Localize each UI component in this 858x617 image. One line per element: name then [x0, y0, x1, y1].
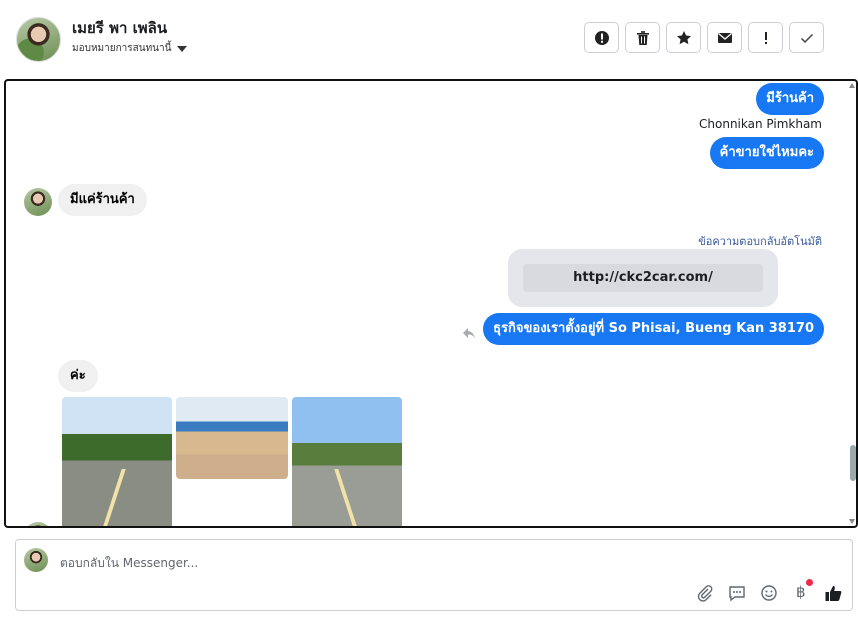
scrollbar[interactable]: [848, 81, 856, 526]
link-preview-card: http://ckc2car.com/: [508, 249, 778, 307]
outgoing-message: ค้าขายใช่ไหมคะ: [709, 137, 824, 169]
reply-input[interactable]: ตอบกลับใน Messenger...: [60, 554, 198, 573]
composer-tools: ฿: [696, 579, 842, 604]
important-icon: [764, 31, 767, 44]
payment-button[interactable]: ฿: [792, 579, 813, 604]
delete-button[interactable]: [625, 22, 660, 53]
star-button[interactable]: [666, 22, 701, 53]
attachment-icon[interactable]: [696, 584, 714, 602]
assign-label: มอบหมายการสนทนานี้: [72, 43, 172, 54]
scroll-up-icon[interactable]: [849, 83, 855, 88]
mark-done-button[interactable]: [789, 22, 824, 53]
emoji-icon[interactable]: [760, 584, 778, 602]
photo-attachment-shop[interactable]: [176, 397, 288, 479]
page-avatar: [24, 548, 48, 572]
auto-reply-label: ข้อความตอบกลับอัตโนมัติ: [698, 235, 822, 248]
conversation-header: เมยรี พา เพลิน มอบหมายการสนทนานี้: [0, 0, 858, 78]
check-icon: [800, 33, 813, 43]
scroll-thumb[interactable]: [850, 445, 856, 481]
contact-avatar-small: [24, 188, 52, 216]
photo-attachment-road-2[interactable]: [292, 397, 402, 526]
scroll-down-icon[interactable]: [849, 519, 855, 524]
conversation-thread[interactable]: มีร้านค้า Chonnikan Pimkham ค้าขายใช่ไหม…: [4, 79, 858, 528]
mark-unread-button[interactable]: [707, 22, 742, 53]
photo-attachment-road[interactable]: [62, 397, 172, 526]
assign-conversation-dropdown[interactable]: มอบหมายการสนทนานี้: [72, 41, 188, 56]
action-toolbar: [584, 22, 824, 53]
spam-icon: [594, 30, 609, 45]
mail-icon: [717, 32, 732, 43]
trash-icon: [636, 30, 649, 45]
svg-text:฿: ฿: [796, 583, 806, 600]
contact-name[interactable]: เมยรี พา เพลิน: [72, 16, 167, 40]
star-icon: [676, 30, 691, 44]
reply-icon[interactable]: [461, 325, 477, 341]
link-preview-url[interactable]: http://ckc2car.com/: [523, 264, 763, 292]
outgoing-message: มีร้านค้า: [756, 83, 824, 115]
notification-dot: [806, 579, 813, 586]
incoming-message: ค่ะ: [58, 360, 98, 392]
outgoing-message: ธุรกิจของเราตั้งอยู่ที่ So Phisai, Bueng…: [483, 313, 824, 345]
caret-down-icon: [177, 45, 188, 52]
follow-up-button[interactable]: [748, 22, 783, 53]
contact-avatar-small: [24, 522, 52, 526]
mark-spam-button[interactable]: [584, 22, 619, 53]
incoming-message: มีแค่ร้านค้า: [58, 184, 147, 216]
contact-avatar[interactable]: [16, 17, 61, 62]
reply-composer[interactable]: ตอบกลับใน Messenger... ฿: [15, 539, 853, 611]
sender-name: Chonnikan Pimkham: [699, 117, 822, 131]
like-thumb-icon[interactable]: [824, 584, 842, 602]
saved-reply-icon[interactable]: [728, 584, 746, 602]
